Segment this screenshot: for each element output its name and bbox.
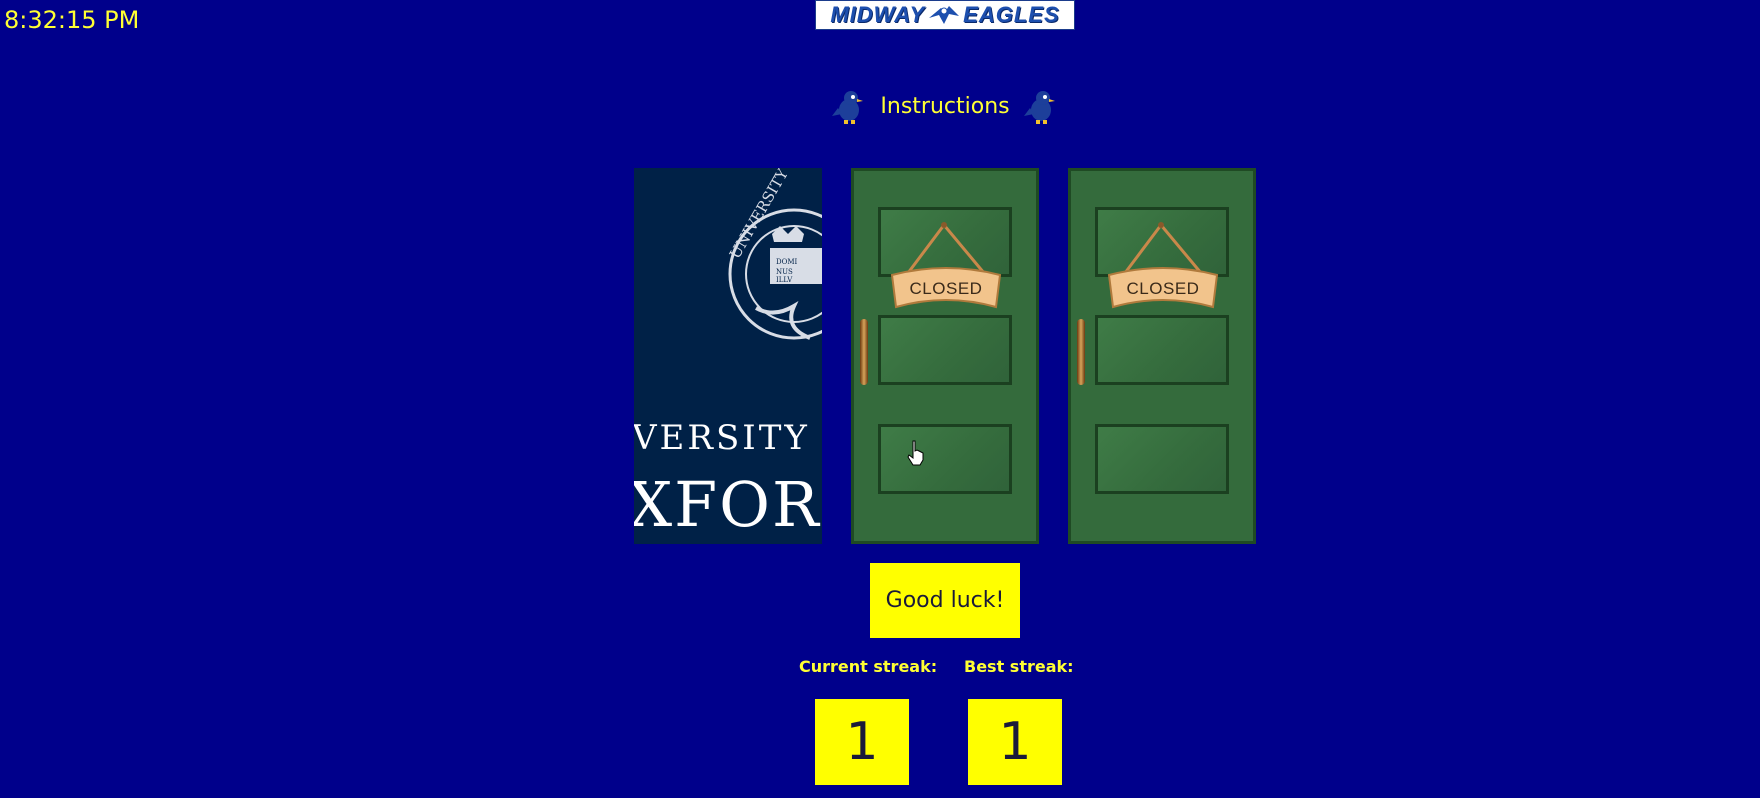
logo-text-right: EAGLES xyxy=(963,2,1060,27)
eagle-icon xyxy=(929,6,960,24)
closed-sign-text: CLOSED xyxy=(909,279,983,298)
current-streak-label: Current streak: xyxy=(799,657,938,676)
current-streak-value: 1 xyxy=(815,699,909,785)
door-1-opened[interactable]: UNIVERSITY DOMI NUS ILLV VERSITY OF XFOR xyxy=(634,168,822,544)
door-panel xyxy=(878,424,1012,494)
door-panel xyxy=(878,315,1012,385)
instructions-link[interactable]: Instructions xyxy=(876,94,1013,119)
svg-text:ILLV: ILLV xyxy=(776,276,793,284)
closed-sign-text: CLOSED xyxy=(1126,279,1200,298)
status-message-button[interactable]: Good luck! xyxy=(870,563,1020,638)
closed-sign: CLOSED xyxy=(888,221,1008,311)
oxford-text-line1: VERSITY OF xyxy=(634,418,822,458)
logo-text-left: MIDWAY xyxy=(830,2,926,27)
closed-sign: CLOSED xyxy=(1105,221,1225,311)
door-panel xyxy=(1095,424,1229,494)
eagle-mascot-icon xyxy=(832,91,864,124)
svg-text:NUS: NUS xyxy=(776,268,793,276)
svg-text:DOMI: DOMI xyxy=(776,258,798,266)
eagle-mascot-icon xyxy=(1023,91,1055,124)
hand-cursor-icon xyxy=(907,440,924,466)
best-streak-label: Best streak: xyxy=(964,657,1074,676)
door-2[interactable]: CLOSED xyxy=(851,168,1039,544)
clock: 8:32:15 PM xyxy=(4,6,140,34)
oxford-text-line2: XFOR xyxy=(634,468,821,541)
door-handle xyxy=(1077,319,1085,385)
svg-text:UNIVERSITY: UNIVERSITY xyxy=(726,168,793,262)
best-streak-value: 1 xyxy=(968,699,1062,785)
instructions-row: Instructions xyxy=(0,88,1760,124)
door-3[interactable]: CLOSED xyxy=(1068,168,1256,544)
door-handle xyxy=(860,319,868,385)
midway-eagles-logo: MIDWAY EAGLES xyxy=(815,0,1075,30)
door-panel xyxy=(1095,315,1229,385)
